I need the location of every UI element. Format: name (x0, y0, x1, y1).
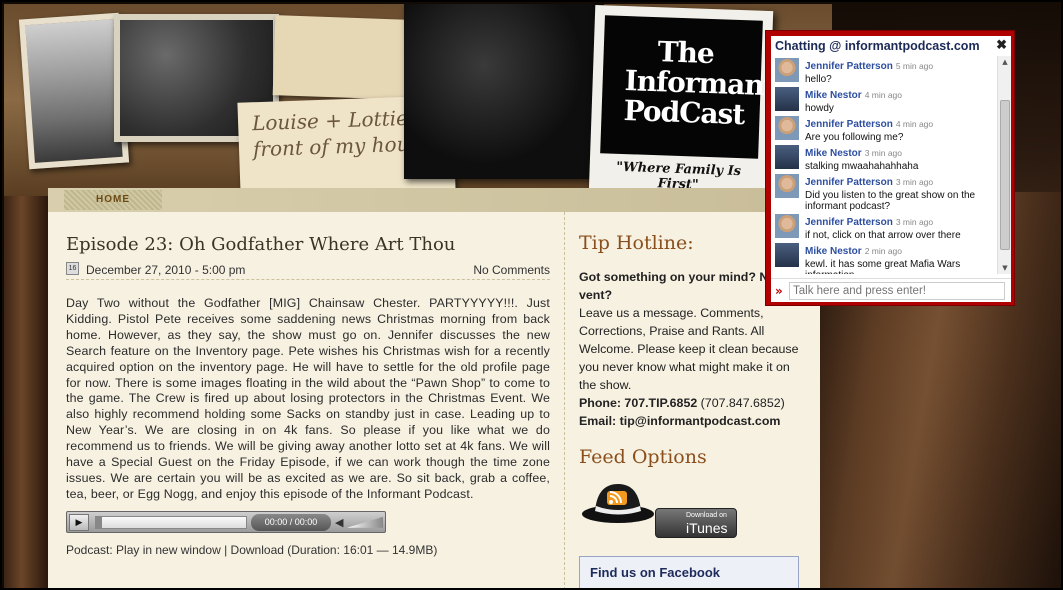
chat-timestamp: 3 min ago (864, 148, 903, 158)
avatar[interactable] (775, 87, 799, 111)
chat-user-name[interactable]: Mike Nestor (805, 246, 862, 257)
chat-user-name[interactable]: Mike Nestor (805, 90, 862, 101)
volume-icon[interactable]: ◀ (335, 516, 343, 529)
feed-icons: Download on iTunes (579, 474, 806, 548)
link-separator: | (220, 542, 231, 557)
time-display: 00:00 / 00:00 (251, 513, 331, 531)
avatar[interactable] (775, 145, 799, 169)
chat-message: Mike Nestor 4 min ago howdy (771, 85, 997, 114)
scroll-up-icon[interactable]: ▲ (998, 56, 1012, 68)
chat-timestamp: 3 min ago (895, 177, 934, 187)
chat-message: Jennifer Patterson 4 min ago Are you follo… (771, 114, 997, 143)
itunes-label: iTunes (686, 520, 728, 536)
chat-user-name[interactable]: Jennifer Patterson (805, 119, 893, 130)
scroll-down-icon[interactable]: ▼ (998, 262, 1012, 274)
hotline-body: Leave us a message. Comments, Correction… (579, 306, 799, 392)
email-address[interactable]: Email: tip@informantpodcast.com (579, 414, 780, 428)
chat-input[interactable] (789, 282, 1005, 300)
chat-user-name[interactable]: Mike Nestor (805, 148, 862, 159)
avatar[interactable] (775, 58, 799, 82)
chat-message-text: stalking mwaahahahhaha (805, 161, 919, 172)
chat-timestamp: 3 min ago (895, 217, 934, 227)
godfather-photo (404, 4, 604, 179)
chat-title: Chatting @ informantpodcast.com (775, 39, 980, 53)
calendar-icon: 16 (66, 262, 79, 275)
chat-message-text: hello? (805, 74, 832, 85)
chat-message: Mike Nestor 2 min ago kewl. it has some gr… (771, 241, 997, 274)
comments-link[interactable]: No Comments (473, 263, 550, 277)
avatar[interactable] (775, 174, 799, 198)
chat-message-text: Are you following me? (805, 132, 904, 143)
play-new-window-link[interactable]: Play in new window (116, 543, 221, 557)
chat-user-name[interactable]: Jennifer Patterson (805, 61, 893, 72)
podcast-prefix: Podcast: (66, 542, 117, 557)
scroll-thumb[interactable] (1000, 100, 1010, 250)
avatar[interactable] (775, 116, 799, 140)
facebook-box: Find us on Facebook (579, 556, 799, 588)
post-body: Day Two without the Godfather [MIG] Chai… (66, 296, 550, 501)
post-date: December 27, 2010 - 5:00 pm (86, 263, 246, 277)
logo-background: The Informant PodCast (600, 15, 777, 159)
content-area: Episode 23: Oh Godfather Where Art Thou … (48, 212, 820, 588)
podcast-logo[interactable]: The Informant PodCast "Where Family Is F… (588, 4, 777, 196)
chat-message-text: kewl. it has some great Mafia Wars infor… (805, 259, 961, 274)
close-icon[interactable]: ✖ (996, 37, 1007, 53)
chat-message: Jennifer Patterson 3 min ago Did you liste… (771, 172, 997, 212)
chat-message-list: Jennifer Patterson 5 min ago hello? Mike Ne… (771, 56, 997, 274)
podcast-links: Podcast: Play in new window | Download (… (66, 543, 550, 557)
chat-widget: Chatting @ informantpodcast.com ✖ Jennif… (765, 30, 1015, 306)
chat-scrollbar[interactable]: ▲ ▼ (997, 56, 1011, 274)
chat-user-name[interactable]: Jennifer Patterson (805, 177, 893, 188)
chat-panel: Chatting @ informantpodcast.com ✖ Jennif… (771, 36, 1011, 302)
rss-fedora-icon[interactable] (581, 478, 655, 524)
phone-alt: (707.847.6852) (697, 396, 785, 410)
chat-timestamp: 2 min ago (864, 246, 903, 256)
itunes-button[interactable]: Download on iTunes (655, 508, 737, 538)
itunes-small-label: Download on (686, 512, 727, 519)
post-meta: 16 December 27, 2010 - 5:00 pm No Commen… (66, 260, 550, 280)
post-title[interactable]: Episode 23: Oh Godfather Where Art Thou (66, 230, 550, 260)
logo-text: The Informant PodCast (623, 35, 777, 132)
avatar[interactable] (775, 214, 799, 238)
phone-number: Phone: 707.TIP.6852 (579, 396, 698, 410)
feed-options-heading: Feed Options (579, 446, 707, 468)
chat-timestamp: 5 min ago (895, 61, 934, 71)
chat-user-name[interactable]: Jennifer Patterson (805, 217, 893, 228)
progress-thumb[interactable] (96, 516, 102, 528)
post-column: Episode 23: Oh Godfather Where Art Thou … (66, 230, 550, 557)
chat-header: Chatting @ informantpodcast.com ✖ (771, 36, 1011, 56)
duration-info: (Duration: 16:01 — 14.9MB) (283, 542, 438, 557)
nav-bar: HOME (48, 188, 818, 212)
chat-timestamp: 4 min ago (895, 119, 934, 129)
chat-message-text: howdy (805, 103, 834, 114)
vintage-beach-photo (18, 12, 130, 170)
chat-timestamp: 4 min ago (864, 90, 903, 100)
chat-message-text: Did you listen to the great show on the … (805, 190, 976, 212)
site-header: Louise + Lottie in front of my house The… (4, 4, 832, 196)
chat-message: Jennifer Patterson 3 min ago if not, click… (771, 212, 997, 241)
progress-slider[interactable] (95, 515, 247, 529)
chat-brand-icon: » (775, 284, 783, 298)
nav-home-link[interactable]: HOME (64, 190, 162, 210)
chat-input-row: » (771, 278, 1011, 302)
chat-message: Jennifer Patterson 5 min ago hello? (771, 56, 997, 85)
volume-slider[interactable] (347, 516, 383, 528)
avatar[interactable] (775, 243, 799, 267)
audio-player: ▶ 00:00 / 00:00 ◀ (66, 510, 386, 533)
play-button[interactable]: ▶ (69, 513, 89, 531)
chat-message: Mike Nestor 3 min ago stalking mwaahahahha… (771, 143, 997, 172)
facebook-heading: Find us on Facebook (590, 565, 721, 580)
download-link[interactable]: Download (231, 543, 284, 557)
chat-message-text: if not, click on that arrow over there (805, 230, 961, 241)
